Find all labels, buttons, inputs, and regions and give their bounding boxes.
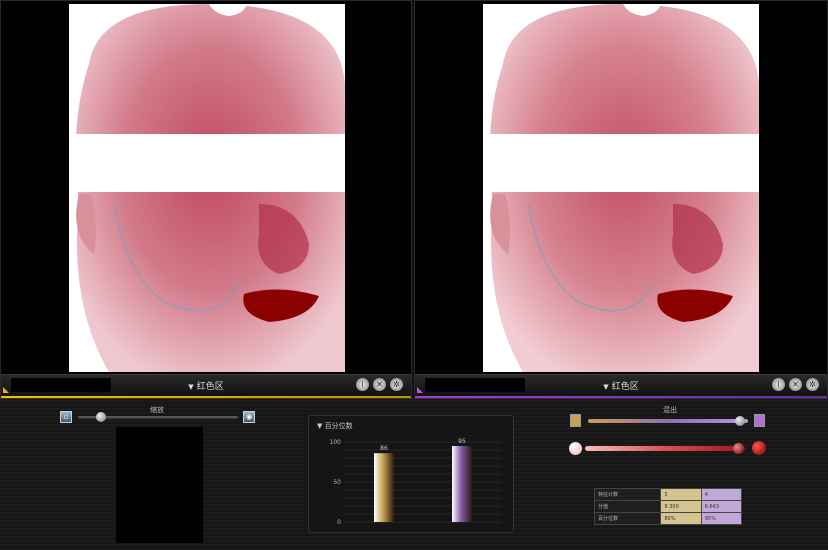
bar (374, 453, 394, 522)
close-icon[interactable]: ✕ (373, 378, 386, 391)
left-image-panel: ▼ 红色区 i ✕ ✲ (0, 0, 412, 398)
blend-label: 混出 (663, 406, 677, 414)
app-root: ▼ 红色区 i ✕ ✲ ▼ 红色区 i ✕ ✲ 缩放 ▫ ◉ ▼ 百分位数 0 … (0, 0, 828, 550)
bottom-control-area: 缩放 ▫ ◉ ▼ 百分位数 0501008695 混出 特征计数 5 4 (0, 398, 828, 550)
blend-slider-handle[interactable] (735, 416, 745, 426)
redaction-bar (483, 134, 759, 192)
right-panel-title[interactable]: ▼ 红色区 (415, 379, 827, 392)
right-face-image[interactable] (483, 4, 759, 372)
blend-slider-track[interactable] (588, 419, 748, 423)
zoom-label: 缩放 (150, 406, 164, 414)
dropdown-triangle-icon: ▼ (188, 383, 194, 391)
left-panel-title[interactable]: ▼ 红色区 (1, 379, 411, 392)
left-color-swatch[interactable] (570, 414, 581, 427)
close-icon[interactable]: ✕ (789, 378, 802, 391)
data-label: 86 (380, 445, 388, 452)
table-row: 分值 8.300 6.643 (593, 500, 743, 513)
data-label: 95 (458, 438, 466, 445)
zoom-in-icon[interactable]: ◉ (243, 411, 255, 423)
info-icon[interactable]: i (772, 378, 785, 391)
dark-red-ball-icon[interactable] (752, 441, 766, 455)
corner-marker (3, 387, 9, 393)
y-tick-label: 100 (330, 439, 342, 446)
percentile-chart: 0 50 100 86 95 (330, 438, 501, 526)
right-color-swatch[interactable] (754, 414, 765, 427)
table-row: 百分位数 86% 95% (593, 512, 743, 525)
right-image-panel: ▼ 红色区 i ✕ ✲ (414, 0, 828, 398)
percentile-chart-box: ▼ 百分位数 0 50 100 86 95 (308, 415, 514, 533)
left-panel-toolbar: ▼ 红色区 i ✕ ✲ (1, 374, 411, 398)
preview-thumbnail (116, 427, 203, 543)
zoom-out-icon[interactable]: ▫ (60, 411, 72, 423)
right-panel-toolbar: ▼ 红色区 i ✕ ✲ (415, 374, 827, 398)
corner-marker (417, 387, 423, 393)
left-face-image[interactable] (69, 4, 345, 372)
score-table: 特征计数 5 4 分值 8.300 6.643 百分位数 86% 95% (593, 488, 743, 525)
dropdown-triangle-icon: ▼ (603, 383, 609, 391)
gear-icon[interactable]: ✲ (806, 378, 819, 391)
redaction-bar (69, 134, 345, 192)
y-tick-label: 50 (333, 479, 341, 486)
opacity-slider-handle[interactable] (733, 443, 744, 454)
bar (452, 446, 472, 522)
gear-icon[interactable]: ✲ (390, 378, 403, 391)
opacity-slider-track[interactable] (585, 446, 745, 451)
info-icon[interactable]: i (356, 378, 369, 391)
zoom-slider-handle[interactable] (96, 412, 106, 422)
y-tick-label: 0 (337, 519, 341, 526)
light-red-ball-icon[interactable] (569, 442, 582, 455)
table-row: 特征计数 5 4 (593, 488, 743, 501)
